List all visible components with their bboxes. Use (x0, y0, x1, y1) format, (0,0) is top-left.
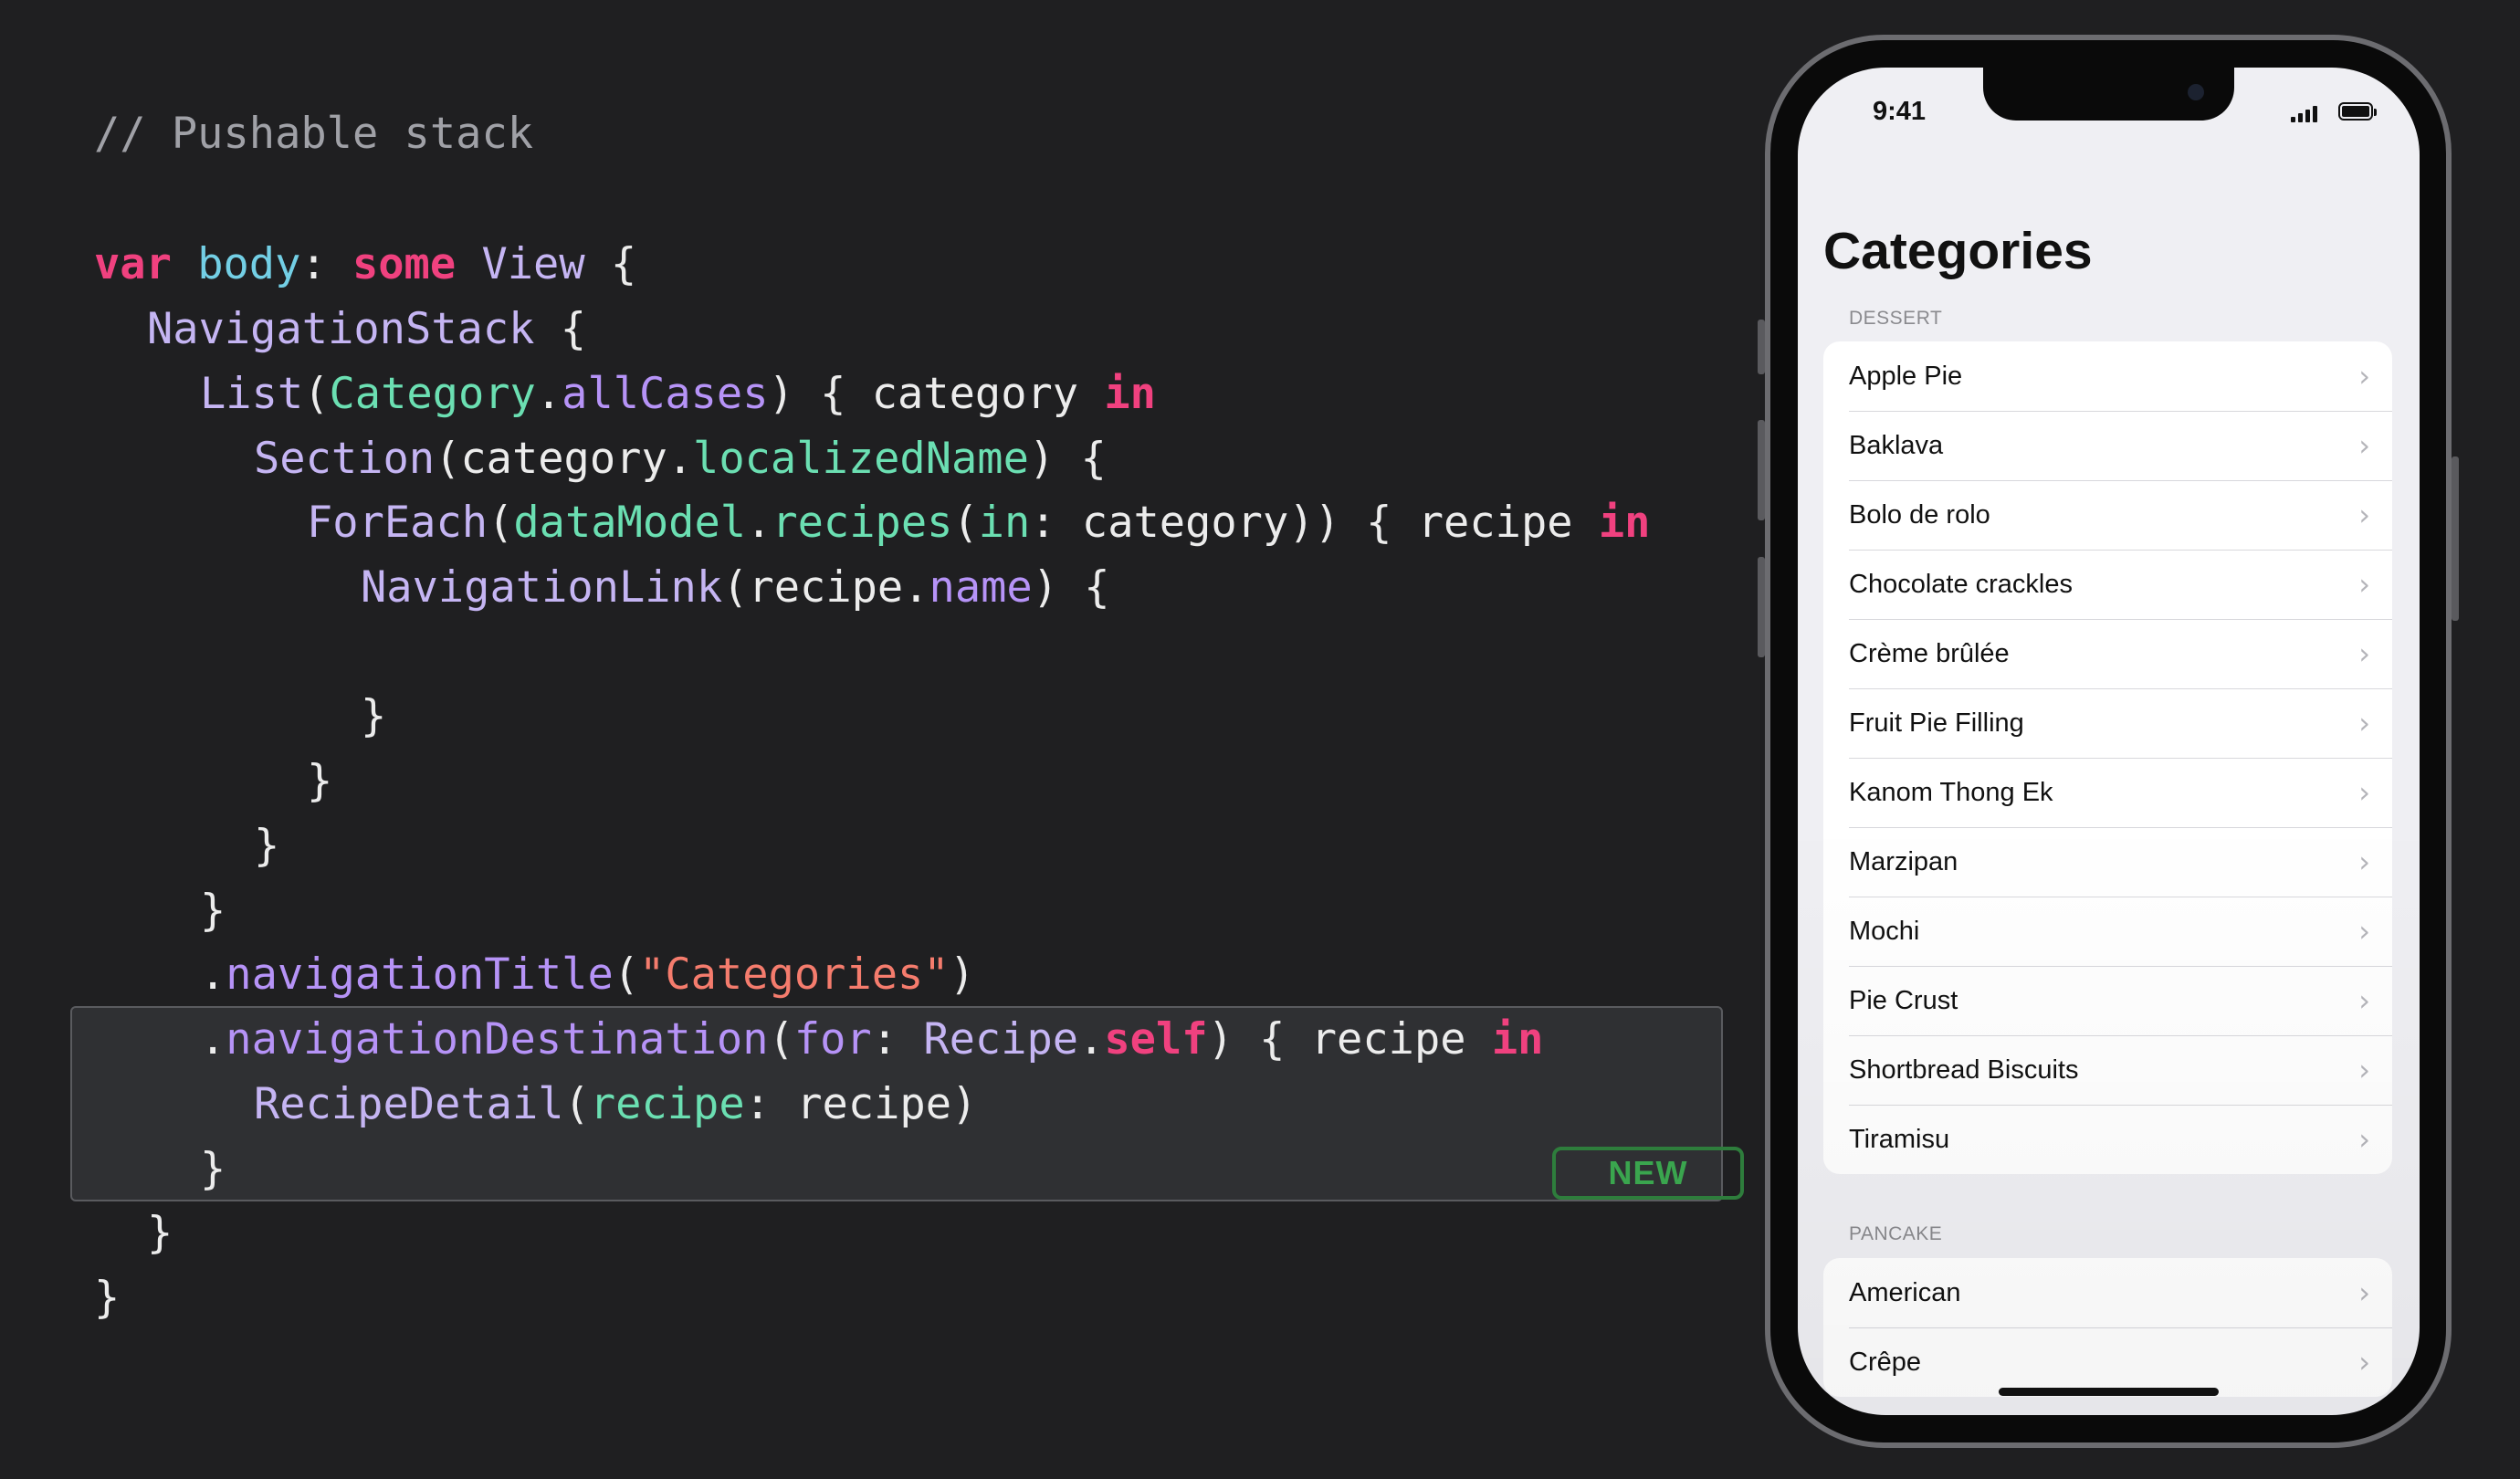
list-item[interactable]: Kanom Thong Ek › (1823, 758, 2392, 827)
chevron-right-icon: › (2358, 706, 2370, 740)
code-comment: // Pushable stack (94, 109, 534, 159)
status-time: 9:41 (1873, 97, 1927, 126)
chevron-right-icon: › (2358, 567, 2370, 602)
code-line-2: NavigationStack { (147, 304, 587, 354)
chevron-right-icon: › (2358, 1122, 2370, 1157)
chevron-right-icon: › (2358, 1345, 2370, 1379)
code-line-17: } (94, 1273, 121, 1323)
code-line-10: } (254, 821, 280, 871)
code-line-11: } (200, 886, 226, 936)
camera-icon (2188, 84, 2204, 100)
signal-icon (2291, 106, 2317, 122)
code-line-6: NavigationLink(recipe.name) { (361, 562, 1110, 613)
list-item[interactable]: Mochi › (1823, 897, 2392, 966)
chevron-right-icon: › (2358, 775, 2370, 810)
list-item[interactable]: Chocolate crackles › (1823, 550, 2392, 619)
code-line-4: Section(category.localizedName) { (254, 434, 1107, 484)
list-item[interactable]: Tiramisu › (1823, 1105, 2392, 1174)
chevron-right-icon: › (2358, 1053, 2370, 1087)
phone-volume-down-button (1758, 557, 1765, 657)
chevron-right-icon: › (2358, 914, 2370, 949)
code-line-15: } (200, 1144, 226, 1194)
list-item[interactable]: Bolo de rolo › (1823, 480, 2392, 550)
chevron-right-icon: › (2358, 498, 2370, 532)
phone-side-button (2452, 456, 2459, 621)
list-item[interactable]: Crème brûlée › (1823, 619, 2392, 688)
code-block: // Pushable stack var body: some View { … (94, 0, 1650, 1456)
code-line-14: RecipeDetail(recipe: recipe) (254, 1079, 978, 1129)
code-line-3: List(Category.allCases) { category in (200, 369, 1156, 419)
list-item[interactable]: American › (1823, 1258, 2392, 1327)
phone-action-button (1758, 320, 1765, 374)
nav-title: Categories (1823, 222, 2093, 280)
list-item[interactable]: Apple Pie › (1823, 341, 2392, 411)
battery-icon (2338, 102, 2377, 121)
list-item[interactable]: Fruit Pie Filling › (1823, 688, 2392, 758)
phone-volume-up-button (1758, 420, 1765, 520)
chevron-right-icon: › (2358, 844, 2370, 879)
section-pancake: American › Crêpe › (1823, 1258, 2392, 1397)
notch (1983, 68, 2234, 121)
code-line-5: ForEach(dataModel.recipes(in: category))… (307, 498, 1651, 548)
list-item[interactable]: Marzipan › (1823, 827, 2392, 897)
home-indicator[interactable] (1999, 1388, 2219, 1396)
new-badge: NEW (1552, 1147, 1744, 1200)
section-dessert: Apple Pie › Baklava › Bolo de rolo › Chocol… (1823, 341, 2392, 1174)
code-line-8: } (361, 691, 387, 741)
code-line-13: .navigationDestination(for: Recipe.self)… (200, 1014, 1544, 1065)
chevron-right-icon: › (2358, 636, 2370, 671)
section-header-dessert: DESSERT (1849, 308, 1943, 329)
code-line-9: } (307, 756, 333, 806)
chevron-right-icon: › (2358, 983, 2370, 1018)
code-line-12: .navigationTitle("Categories") (200, 949, 975, 1000)
list-item[interactable]: Baklava › (1823, 411, 2392, 480)
section-header-pancake: PANCAKE (1849, 1223, 1943, 1244)
list-item[interactable]: Shortbread Biscuits › (1823, 1035, 2392, 1105)
list-item[interactable]: Pie Crust › (1823, 966, 2392, 1035)
chevron-right-icon: › (2358, 1275, 2370, 1310)
chevron-right-icon: › (2358, 359, 2370, 393)
list-item[interactable]: Crêpe › (1823, 1327, 2392, 1397)
code-line-1: var body: some View { (94, 239, 637, 289)
phone-screen: 9:41 Categories DESSERT Apple Pie › Bakla… (1798, 68, 2420, 1415)
code-line-16: } (147, 1208, 173, 1258)
chevron-right-icon: › (2358, 428, 2370, 463)
